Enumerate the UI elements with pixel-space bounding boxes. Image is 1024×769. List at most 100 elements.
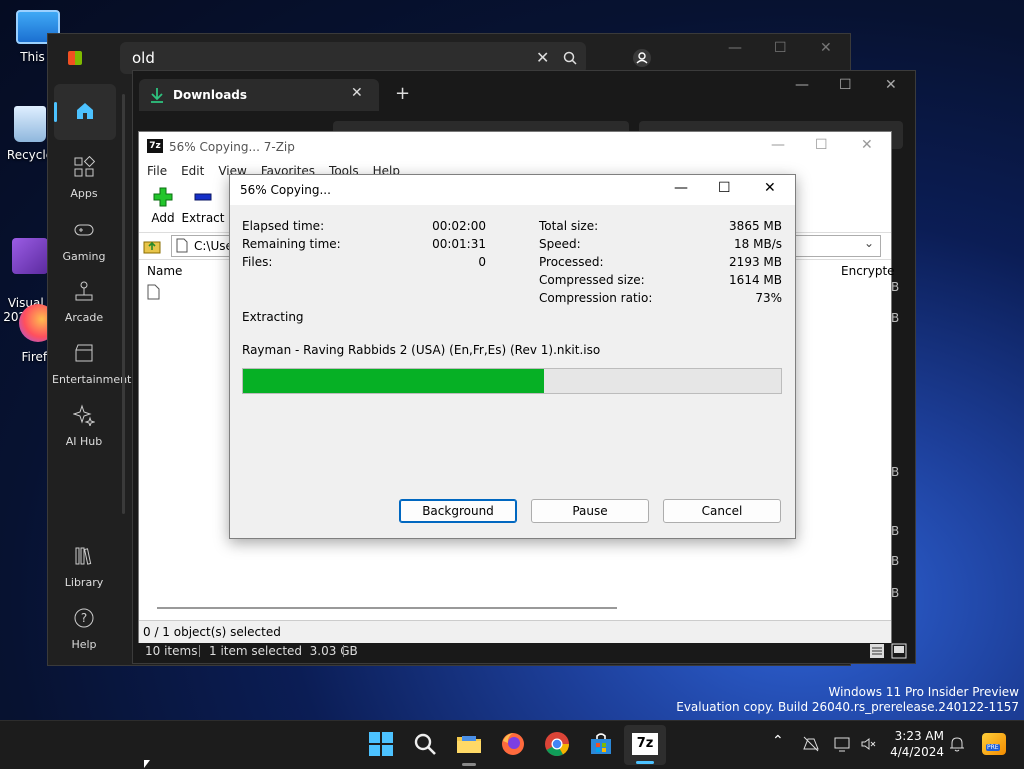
search-icon[interactable]	[563, 51, 577, 65]
file-explorer-icon[interactable]	[456, 731, 482, 757]
processed-value: 2193 MB	[729, 255, 782, 269]
nav-label-library: Library	[64, 576, 104, 589]
zip-column-name[interactable]: Name	[147, 264, 182, 278]
7zip-logo-icon: 7z	[147, 139, 163, 153]
dialog-minimize-button[interactable]: —	[674, 180, 688, 196]
elapsed-time-label: Elapsed time:	[242, 219, 325, 233]
speed-value: 18 MB/s	[734, 237, 782, 251]
search-icon[interactable]	[412, 731, 438, 757]
recycle-bin-icon	[14, 106, 46, 142]
taskbar-7zip-active[interactable]: 7z	[624, 725, 666, 765]
notification-bell-icon[interactable]	[948, 735, 966, 753]
copy-progress-dialog[interactable]: 56% Copying... — ☐ ✕ Elapsed time: 00:02…	[229, 174, 796, 539]
clock-time: 3:23 AM	[894, 729, 944, 743]
new-tab-icon[interactable]: +	[395, 83, 410, 104]
clock[interactable]: 3:23 AM 4/4/2024	[888, 728, 944, 760]
visual-studio-icon	[12, 238, 48, 274]
download-icon	[151, 88, 163, 103]
column-encrypted[interactable]: Encrypte	[841, 264, 895, 278]
volume-muted-icon[interactable]	[860, 735, 878, 753]
chevron-up-icon[interactable]: ⌃	[772, 733, 784, 749]
active-indicator	[462, 763, 476, 766]
tiles-view-icon[interactable]	[891, 643, 907, 659]
store-nav-library[interactable]: Library	[52, 545, 116, 589]
zip-maximize-button[interactable]: ☐	[815, 137, 828, 153]
chevron-down-icon[interactable]: ⌄	[864, 236, 874, 250]
files-label: Files:	[242, 255, 273, 269]
help-icon: ?	[74, 608, 94, 628]
size-fragment: B	[891, 280, 900, 294]
explorer-status-items: 10 items	[145, 644, 198, 658]
nav-label-entertainment: Entertainment	[52, 373, 132, 386]
elapsed-time-value: 00:02:00	[432, 219, 486, 233]
zip-minimize-button[interactable]: —	[771, 137, 785, 153]
mouse-cursor-icon	[144, 760, 150, 768]
cancel-button[interactable]: Cancel	[663, 499, 781, 523]
zip-toolbar-add[interactable]: Add	[145, 186, 181, 225]
compression-ratio-value: 73%	[755, 291, 782, 305]
store-maximize-button[interactable]: ☐	[774, 40, 787, 56]
menu-file[interactable]: File	[147, 164, 167, 178]
store-nav-help[interactable]: ? Help	[52, 607, 116, 651]
toolbar-add-label: Add	[151, 211, 175, 225]
watermark-line-2: Evaluation copy. Build 26040.rs_prerelea…	[676, 700, 1019, 714]
explorer-maximize-button[interactable]: ☐	[839, 77, 852, 93]
store-nav-home-selected[interactable]	[54, 84, 116, 140]
dialog-titlebar[interactable]: 56% Copying... — ☐ ✕	[230, 175, 795, 205]
store-icon[interactable]	[588, 731, 614, 757]
store-search-input[interactable]: old	[132, 49, 155, 67]
store-nav-gaming[interactable]: Gaming	[52, 219, 116, 263]
chrome-icon[interactable]	[544, 731, 570, 757]
explorer-close-button[interactable]: ✕	[885, 77, 897, 93]
store-nav-arcade[interactable]: Arcade	[52, 280, 116, 324]
explorer-minimize-button[interactable]: —	[795, 77, 809, 93]
total-size-label: Total size:	[539, 219, 599, 233]
dialog-close-button[interactable]: ✕	[764, 180, 776, 196]
store-minimize-button[interactable]: —	[728, 40, 742, 56]
store-close-button[interactable]: ✕	[820, 40, 832, 56]
svg-text:?: ?	[81, 611, 87, 625]
store-nav-entertainment[interactable]: Entertainment	[52, 342, 132, 386]
zip-titlebar[interactable]: 7z 56% Copying... 7-Zip — ☐ ✕	[139, 132, 891, 162]
clear-icon[interactable]: ✕	[536, 48, 549, 67]
explorer-tab-title: Downloads	[173, 88, 248, 102]
details-view-icon[interactable]	[869, 643, 885, 659]
zip-horizontal-scrollbar[interactable]	[157, 607, 617, 609]
progress-bar-fill	[243, 369, 544, 393]
size-fragment: B	[891, 554, 900, 568]
background-button[interactable]: Background	[399, 499, 517, 523]
start-windows-icon[interactable]	[368, 731, 394, 757]
store-nav-ai-hub[interactable]: AI Hub	[52, 404, 116, 448]
explorer-tab[interactable]: Downloads ✕	[139, 79, 379, 111]
store-nav-apps[interactable]: Apps	[52, 155, 116, 200]
size-fragment: B	[891, 465, 900, 479]
size-fragment: B	[891, 311, 900, 325]
compressed-size-value: 1614 MB	[729, 273, 782, 287]
firefox-icon[interactable]	[500, 731, 526, 757]
library-icon	[75, 547, 92, 565]
account-icon[interactable]	[632, 48, 652, 68]
zip-close-button[interactable]: ✕	[861, 137, 873, 153]
store-scrollbar[interactable]	[122, 94, 125, 514]
zip-path-value: C:\Use	[194, 239, 233, 253]
toolbar-extract-label: Extract	[181, 211, 225, 225]
explorer-status-selected: 1 item selected 3.03 GB	[209, 644, 358, 658]
add-plus-icon	[153, 187, 173, 207]
insider-badge[interactable]: PRE	[982, 733, 1006, 755]
pause-button[interactable]: Pause	[531, 499, 649, 523]
folder-up-icon[interactable]	[143, 237, 161, 255]
menu-edit[interactable]: Edit	[181, 164, 204, 178]
zip-toolbar-extract[interactable]: Extract	[181, 186, 225, 225]
size-fragment: B	[891, 586, 900, 600]
nav-label-gaming: Gaming	[62, 250, 106, 263]
status-divider	[343, 645, 344, 657]
dialog-maximize-button[interactable]: ☐	[718, 180, 731, 196]
remaining-time-value: 00:01:31	[432, 237, 486, 251]
processed-label: Processed:	[539, 255, 604, 269]
tab-close-icon[interactable]: ✕	[351, 85, 363, 101]
network-icon[interactable]	[802, 735, 820, 753]
display-icon[interactable]	[834, 735, 852, 753]
zip-window-title: 56% Copying... 7-Zip	[169, 140, 295, 154]
file-row-icon[interactable]	[147, 284, 160, 300]
nav-label-apps: Apps	[70, 187, 98, 200]
